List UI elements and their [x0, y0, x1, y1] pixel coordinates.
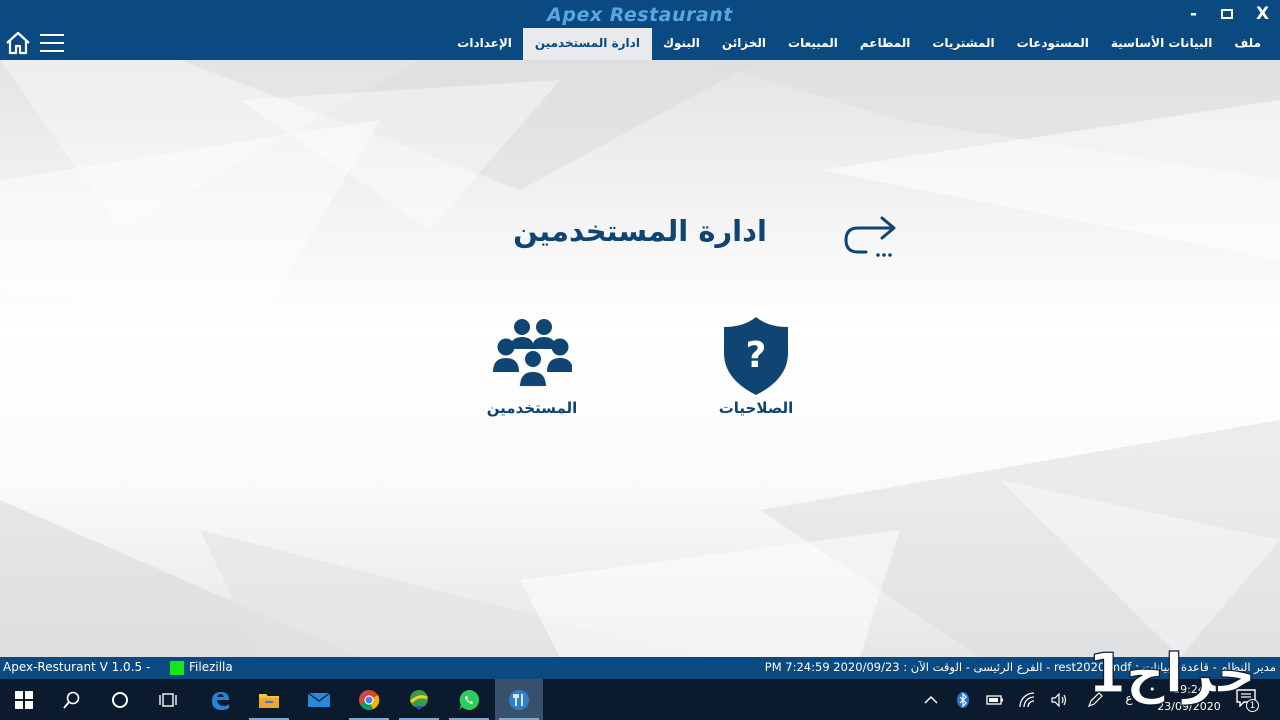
whatsapp-icon[interactable] [445, 679, 493, 720]
hamburger-menu-icon[interactable] [40, 34, 64, 52]
permissions-tile[interactable]: ? الصلاحيات [691, 315, 821, 435]
app-title: Apex Restaurant [547, 4, 733, 26]
edge-icon[interactable] [196, 679, 244, 720]
cortana-icon[interactable] [96, 679, 144, 720]
maximize-button[interactable] [1221, 9, 1233, 19]
chevron-up-icon[interactable] [922, 691, 940, 709]
back-arrow-icon[interactable] [840, 210, 904, 262]
ftp-status-indicator [170, 661, 184, 675]
menu-banks[interactable]: البنوك [652, 28, 711, 60]
status-bar: Apex-Resturant V 1.0.5 - Filezilla مدير … [0, 657, 1280, 679]
menu-sales[interactable]: المبيعات [777, 28, 849, 60]
file-explorer-icon[interactable] [245, 679, 293, 720]
battery-icon[interactable] [986, 691, 1004, 709]
notification-center-icon[interactable]: 1 [1236, 689, 1260, 712]
permissions-tile-label: الصلاحيات [718, 399, 794, 417]
windows-start-icon[interactable] [0, 679, 48, 720]
mail-icon[interactable] [295, 679, 343, 720]
clock-time[interactable]: 19:24 [1150, 683, 1228, 696]
chrome-icon[interactable] [345, 679, 393, 720]
users-tile[interactable]: المستخدمين [467, 315, 597, 435]
menu-file[interactable]: ملف [1223, 28, 1272, 60]
home-icon[interactable] [5, 31, 31, 55]
menu-restaurants[interactable]: المطاعم [849, 28, 921, 60]
notification-count: 1 [1246, 699, 1259, 712]
input-language[interactable]: ع [1120, 691, 1138, 709]
search-icon[interactable] [48, 679, 96, 720]
menu-user-management[interactable]: ادارة المستخدمين [522, 28, 652, 60]
menu-warehouses[interactable]: المستودعات [1006, 28, 1100, 60]
app-version: Apex-Resturant V 1.0.5 - [3, 660, 151, 674]
wifi-icon[interactable] [1018, 691, 1036, 709]
menu-treasuries[interactable]: الخزائن [711, 28, 777, 60]
users-group-icon [492, 315, 573, 395]
volume-icon[interactable] [1050, 691, 1068, 709]
pen-icon[interactable] [1086, 691, 1104, 709]
menu-purchases[interactable]: المشتريات [921, 28, 1005, 60]
page-title: ادارة المستخدمين [513, 214, 767, 248]
background-pattern [0, 60, 1280, 657]
main-content: ادارة المستخدمين المستخدمين ? الصلاحيات [0, 60, 1280, 657]
users-tile-label: المستخدمين [486, 399, 578, 417]
taskbar: ع 19:24 23/09/2020 1 [0, 679, 1280, 720]
close-button[interactable]: X [1256, 4, 1269, 24]
main-menu: ملف البيانات الأساسية المستودعات المشتري… [446, 28, 1272, 60]
svg-text:?: ? [746, 335, 767, 376]
menu-master-data[interactable]: البيانات الأساسية [1100, 28, 1224, 60]
ftp-status-label: Filezilla [189, 660, 233, 674]
session-info: مدير النظام - قاعدة البيانات : rest2020.… [764, 660, 1276, 674]
bluetooth-icon[interactable] [954, 691, 972, 709]
clock-date[interactable]: 23/09/2020 [1150, 700, 1228, 713]
restaurant-app-icon[interactable] [495, 679, 543, 720]
idm-icon[interactable] [395, 679, 443, 720]
task-view-icon[interactable] [144, 679, 192, 720]
shield-question-icon: ? [716, 315, 796, 395]
minimize-button[interactable]: - [1190, 4, 1197, 24]
menu-settings[interactable]: الإعدادات [446, 28, 523, 60]
title-bar: Apex Restaurant - X ملف البيانات الأساسي… [0, 0, 1280, 60]
